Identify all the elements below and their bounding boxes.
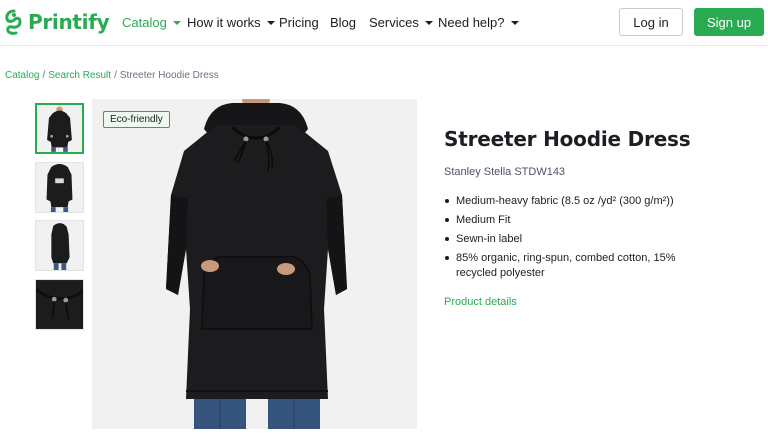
printify-logo[interactable]: Printify	[4, 8, 110, 36]
product-features-list: Medium-heavy fabric (8.5 oz /yd² (300 g/…	[444, 194, 704, 285]
thumbnail-front[interactable]	[35, 103, 84, 154]
nav-need-help-label: Need help?	[438, 15, 505, 30]
hoodie-dress-image	[92, 99, 417, 429]
nav-need-help[interactable]: Need help?	[438, 15, 519, 30]
breadcrumb-search-result[interactable]: Search Result	[48, 70, 111, 81]
breadcrumb-separator: /	[42, 70, 46, 81]
nav-how-it-works-label: How it works	[187, 15, 261, 30]
hoodie-side-thumbnail-image	[36, 221, 83, 270]
breadcrumb-catalog[interactable]: Catalog	[5, 70, 39, 81]
eco-friendly-badge: Eco-friendly	[103, 111, 170, 128]
chevron-down-icon	[510, 21, 519, 25]
thumbnail-detail[interactable]	[35, 279, 84, 330]
hoodie-front-thumbnail-image	[37, 105, 82, 152]
product-brand-model: Stanley Stella STDW143	[444, 166, 566, 178]
site-header: Printify Catalog How it works Pricing Bl…	[0, 0, 768, 46]
thumbnail-back[interactable]	[35, 162, 84, 213]
nav-blog[interactable]: Blog	[330, 15, 356, 30]
chevron-down-icon	[266, 21, 275, 25]
product-details-link[interactable]: Product details	[444, 296, 517, 308]
login-button[interactable]: Log in	[619, 8, 683, 36]
feature-item: Medium Fit	[444, 213, 704, 228]
chevron-down-icon	[172, 21, 181, 25]
nav-catalog-label: Catalog	[122, 15, 167, 30]
feature-item: 85% organic, ring-spun, combed cotton, 1…	[444, 251, 704, 281]
nav-services[interactable]: Services	[369, 15, 433, 30]
nav-pricing[interactable]: Pricing	[279, 15, 319, 30]
nav-how-it-works[interactable]: How it works	[187, 15, 275, 30]
product-main-image[interactable]	[92, 99, 417, 429]
printify-logo-icon	[5, 9, 22, 35]
feature-item: Medium-heavy fabric (8.5 oz /yd² (300 g/…	[444, 194, 704, 209]
feature-item: Sewn-in label	[444, 232, 704, 247]
logo-text: Printify	[28, 10, 110, 34]
product-title: Streeter Hoodie Dress	[444, 127, 691, 151]
breadcrumb-current: Streeter Hoodie Dress	[119, 70, 219, 81]
chevron-down-icon	[424, 21, 433, 25]
hoodie-detail-thumbnail-image	[36, 280, 83, 329]
nav-catalog[interactable]: Catalog	[122, 15, 181, 30]
thumbnail-side[interactable]	[35, 220, 84, 271]
breadcrumb-separator: /	[114, 70, 117, 81]
hoodie-back-thumbnail-image	[36, 163, 83, 212]
signup-button[interactable]: Sign up	[694, 8, 764, 36]
nav-services-label: Services	[369, 15, 419, 30]
breadcrumb: Catalog / Search Result / Streeter Hoodie Dr…	[5, 70, 219, 81]
